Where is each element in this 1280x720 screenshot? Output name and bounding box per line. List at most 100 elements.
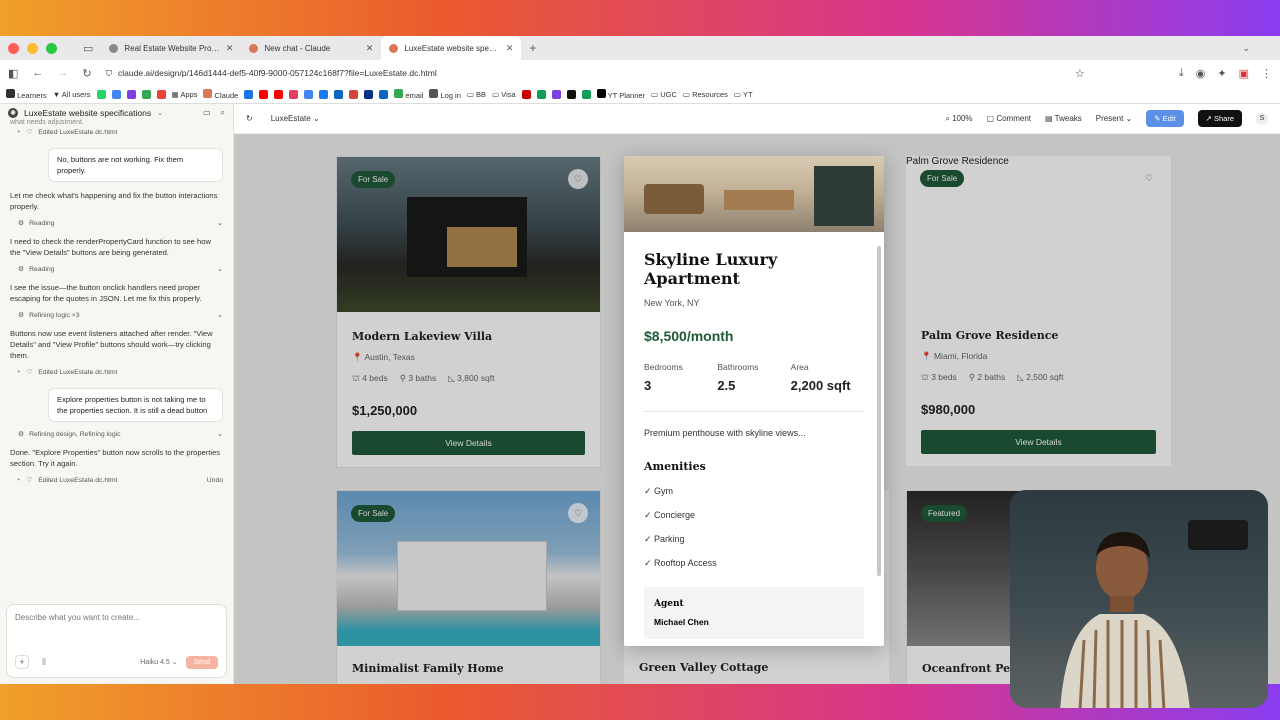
bookmark-icon[interactable] (551, 90, 561, 99)
sidebar-toggle-icon[interactable]: ◧ (8, 67, 18, 80)
bookmark-icon[interactable] (141, 90, 151, 99)
tab-luxeestate[interactable]: LuxeEstate website specificatio ✕ (381, 36, 522, 60)
tab-real-estate-prompt[interactable]: Real Estate Website Prompt ✕ (101, 36, 241, 60)
model-selector[interactable]: Haiku 4.5 ⌄ (140, 658, 177, 666)
view-details-button[interactable]: View Details (352, 431, 585, 455)
bookmark-log-in[interactable]: Log in (429, 89, 461, 100)
bookmark-visa[interactable]: ▭ Visa (492, 90, 516, 99)
edit-button[interactable]: ✎ Edit (1146, 110, 1184, 127)
heart-icon[interactable]: ♡ (26, 476, 32, 486)
bookmark-icon[interactable] (581, 90, 591, 99)
bookmark-all-users[interactable]: ▼ All users (53, 90, 91, 99)
facebook-icon[interactable] (319, 90, 329, 99)
bookmark-icon[interactable] (334, 90, 344, 99)
tab-list-chevron-icon[interactable]: ⌄ (1242, 43, 1250, 54)
tweaks-button[interactable]: ▤ Tweaks (1045, 114, 1082, 123)
youtube-icon[interactable] (274, 90, 284, 99)
bookmark-icon[interactable] (566, 90, 576, 99)
bookmark-icon[interactable] (521, 90, 531, 99)
project-title[interactable]: LuxeEstate website specifications (24, 108, 151, 118)
puzzle-icon[interactable]: ✦ (1217, 67, 1226, 80)
step-refining[interactable]: ⚙ Refining logic ×3 ⌄ (18, 311, 223, 321)
tab-overview-icon[interactable]: ▭ (83, 42, 93, 55)
composer[interactable]: Describe what you want to create... + ⦀ … (6, 604, 227, 678)
chevron-down-icon[interactable]: ⌄ (157, 109, 163, 117)
thumbs-icon[interactable]: ◔ (16, 128, 20, 138)
voice-icon[interactable]: ⦀ (37, 655, 51, 669)
heart-icon[interactable]: ♡ (26, 128, 32, 138)
tab-new-chat[interactable]: New chat - Claude ✕ (241, 36, 381, 60)
zoom-control[interactable]: ⌕ 100% (945, 114, 972, 124)
close-tab-icon[interactable]: ✕ (366, 43, 374, 54)
property-card: For Sale ♡ Minimalist Family Home (336, 490, 601, 684)
bookmark-icon[interactable] (536, 90, 546, 99)
menu-icon[interactable]: ⋮ (1261, 67, 1272, 80)
present-button[interactable]: Present ⌄ (1096, 114, 1133, 123)
bookmark-ugc[interactable]: ▭ UGC (651, 90, 677, 99)
close-tab-icon[interactable]: ✕ (506, 43, 514, 54)
status-badge: For Sale (351, 505, 396, 522)
close-window-button[interactable] (8, 42, 19, 54)
agent-section: Agent Michael Chen (644, 587, 864, 639)
maximize-window-button[interactable] (46, 42, 57, 54)
bookmark-bb[interactable]: ▭ BB (467, 90, 486, 99)
bookmark-learners[interactable]: Learners (6, 89, 47, 100)
favorite-heart-icon[interactable]: ♡ (568, 169, 588, 189)
refresh-icon[interactable]: ↻ (246, 114, 253, 123)
whatsapp-icon[interactable] (96, 90, 106, 99)
edited-file-label[interactable]: Edited LuxeEstate.dc.html (38, 128, 117, 138)
bookmark-icon[interactable] (304, 90, 314, 99)
thumbs-icon[interactable]: ◔ (16, 476, 20, 486)
gmail-icon[interactable] (349, 90, 359, 99)
bookmark-icon[interactable] (111, 90, 121, 99)
bookmark-email[interactable]: email (394, 89, 423, 100)
send-button[interactable]: Send (185, 655, 218, 669)
youtube-icon[interactable] (259, 90, 269, 99)
comment-button[interactable]: ▢ Comment (987, 114, 1031, 123)
bookmark-yt[interactable]: ▭ YT (734, 90, 753, 99)
bookmark-yt-planner[interactable]: YT Planner (596, 89, 645, 100)
download-icon[interactable]: ⤓ (1179, 67, 1184, 80)
favorite-heart-icon[interactable]: ♡ (1139, 168, 1159, 188)
step-refining[interactable]: ⚙ Refining design, Refining logic ⌄ (18, 430, 223, 440)
minimize-window-button[interactable] (27, 42, 38, 54)
property-image: For Sale ♡ (337, 157, 600, 312)
bookmark-star-icon[interactable]: ☆ (1075, 67, 1085, 80)
heart-icon[interactable]: ♡ (26, 368, 32, 378)
avatar[interactable]: S (1256, 112, 1268, 125)
composer-input[interactable]: Describe what you want to create... (15, 613, 218, 622)
bookmark-apps[interactable]: ▦ Apps (172, 90, 198, 99)
bookmark-icon[interactable] (156, 90, 166, 99)
forward-icon[interactable]: → (57, 67, 68, 79)
bookmark-icon[interactable] (289, 90, 299, 99)
share-button[interactable]: ↗ Share (1197, 110, 1242, 127)
linkedin-icon[interactable] (379, 90, 389, 99)
close-tab-icon[interactable]: ✕ (226, 43, 234, 54)
undo-button[interactable]: Undo (207, 476, 223, 486)
bookmark-icon[interactable] (126, 90, 136, 99)
add-attachment-button[interactable]: + (15, 655, 29, 669)
paypal-icon[interactable] (364, 90, 374, 99)
panel-icon[interactable]: ▭ (203, 108, 211, 118)
url-field[interactable]: ⛉ claude.ai/design/p/146d1444-def5-40f9-… (106, 63, 1165, 83)
modal-scrollbar[interactable] (877, 246, 881, 576)
area-info: ◺ 3,800 sqft (448, 373, 495, 383)
thumbs-icon[interactable]: ◔ (16, 368, 20, 378)
bookmark-icon[interactable] (244, 90, 254, 99)
bookmark-resources[interactable]: ▭ Resources (683, 90, 728, 99)
step-reading[interactable]: ⚙ Reading ⌄ (18, 265, 223, 275)
new-badge-icon[interactable]: ▣ (1239, 67, 1249, 80)
extension-icon[interactable]: ◉ (1196, 67, 1206, 80)
favorite-heart-icon[interactable]: ♡ (568, 503, 588, 523)
file-selector[interactable]: LuxeEstate ⌄ (271, 114, 320, 123)
bookmark-claude[interactable]: Claude (203, 89, 238, 100)
step-reading[interactable]: ⚙ Reading ⌄ (18, 219, 223, 229)
edited-file-label[interactable]: Edited LuxeEstate.dc.html (38, 476, 117, 486)
reload-icon[interactable]: ↻ (82, 67, 91, 80)
search-icon[interactable]: ⌕ (221, 108, 225, 118)
view-details-button[interactable]: View Details (921, 430, 1156, 454)
edited-file-label[interactable]: Edited LuxeEstate.dc.html (38, 368, 117, 378)
site-info-icon[interactable]: ⛉ (106, 68, 112, 79)
back-icon[interactable]: ← (32, 67, 43, 79)
new-tab-icon[interactable]: + (529, 41, 536, 55)
